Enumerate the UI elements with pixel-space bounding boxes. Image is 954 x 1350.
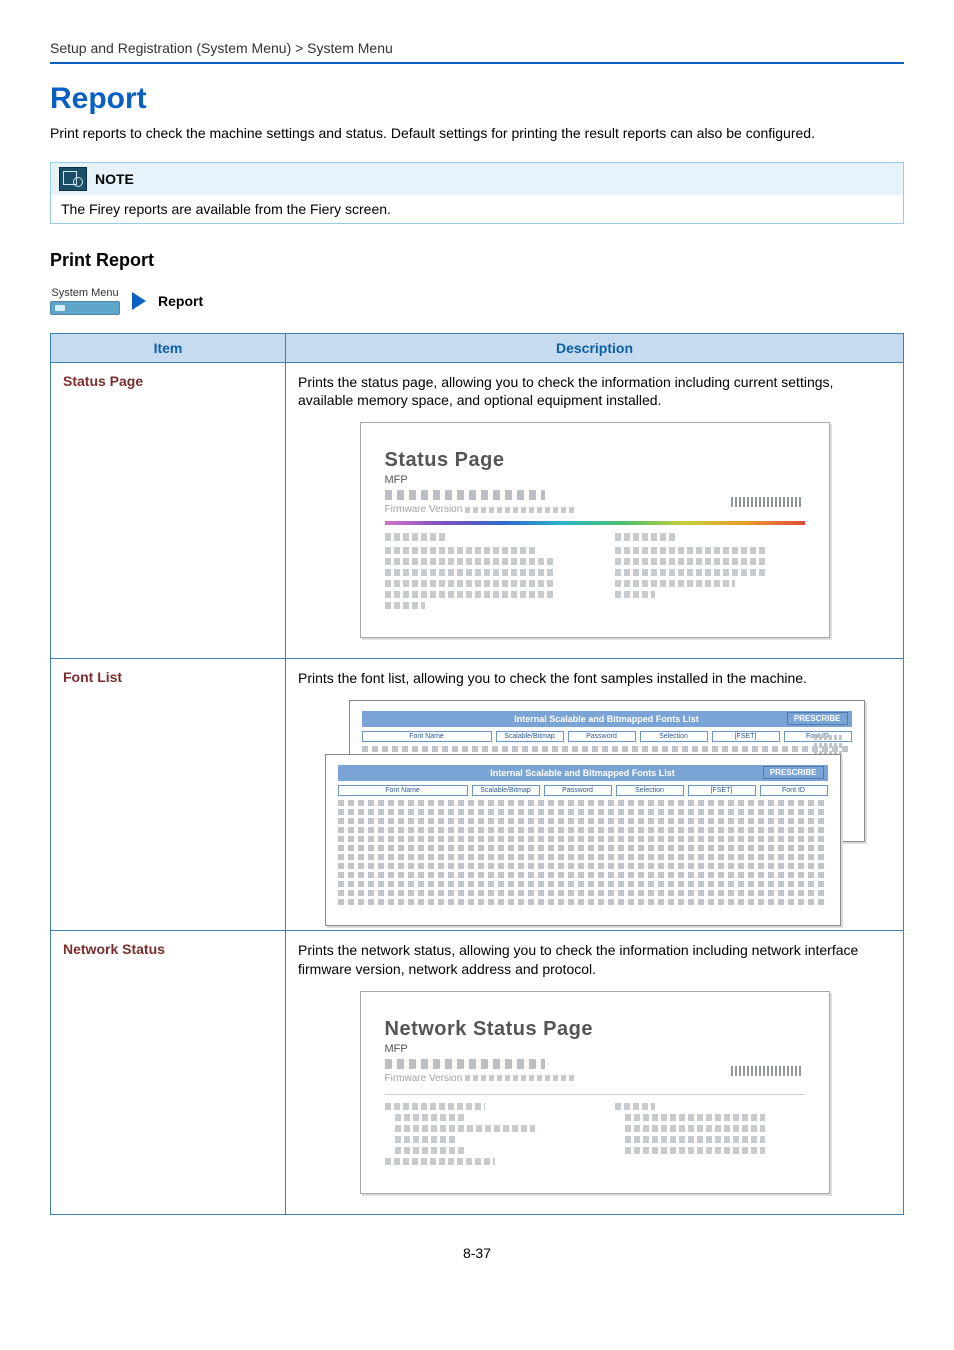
fp-col: Selection [640,731,708,742]
fp-col: Password [544,785,612,796]
status-page-preview: Status Page MFP Firmware Version [360,422,830,638]
system-menu-label: System Menu [50,287,120,299]
desc-text: Prints the network status, allowing you … [298,941,891,979]
note-body-text: The Firey reports are available from the… [51,195,903,223]
top-rule [50,62,904,64]
note-box: NOTE The Firey reports are available fro… [50,162,904,224]
preview-title: Network Status Page [385,1018,805,1041]
preview-sub: MFP [385,1043,805,1055]
system-menu-chip: System Menu [50,287,120,315]
arrow-right-icon [132,292,146,310]
preview-sub: MFP [385,474,805,486]
fp-col: Selection [616,785,684,796]
desc-text: Prints the status page, allowing you to … [298,373,891,411]
col-header-description: Description [286,333,904,362]
fp-col: Font ID [760,785,828,796]
preview-fw-label: Firmware Version [385,504,463,515]
preview-fw-label: Firmware Version [385,1073,463,1084]
note-icon [59,167,87,191]
fp-col: [FSET] [712,731,780,742]
fp-col: Font Name [338,785,468,796]
font-list-preview: Internal Scalable and Bitmapped Fonts Li… [325,700,865,920]
page-title: Report [50,82,904,116]
preview-badge: PRESCRIBE [763,766,824,779]
report-table: Item Description Status Page Prints the … [50,333,904,1215]
desc-text: Prints the font list, allowing you to ch… [298,669,891,688]
fp-col: Font Name [362,731,492,742]
preview-bar-title: Internal Scalable and Bitmapped Fonts Li… [514,714,699,724]
table-row: Font List Prints the font list, allowing… [51,659,904,931]
fp-col: Password [568,731,636,742]
network-status-preview: Network Status Page MFP Firmware Version [360,991,830,1194]
fp-col: [FSET] [688,785,756,796]
intro-text: Print reports to check the machine setti… [50,124,904,144]
breadcrumb: Setup and Registration (System Menu) > S… [50,40,904,56]
preview-badge: PRESCRIBE [787,712,848,725]
preview-title: Status Page [385,449,805,472]
nav-report-label: Report [158,293,203,309]
item-label: Network Status [51,931,286,1215]
item-label: Font List [51,659,286,931]
page-number: 8-37 [50,1245,904,1261]
col-header-item: Item [51,333,286,362]
table-row: Network Status Prints the network status… [51,931,904,1215]
section-heading: Print Report [50,250,904,271]
item-label: Status Page [51,362,286,659]
preview-bar-title: Internal Scalable and Bitmapped Fonts Li… [490,768,675,778]
nav-row: System Menu Report [50,287,904,315]
fp-col: Scalable/Bitmap [472,785,540,796]
fp-col: Scalable/Bitmap [496,731,564,742]
table-row: Status Page Prints the status page, allo… [51,362,904,659]
note-label: NOTE [95,171,134,187]
